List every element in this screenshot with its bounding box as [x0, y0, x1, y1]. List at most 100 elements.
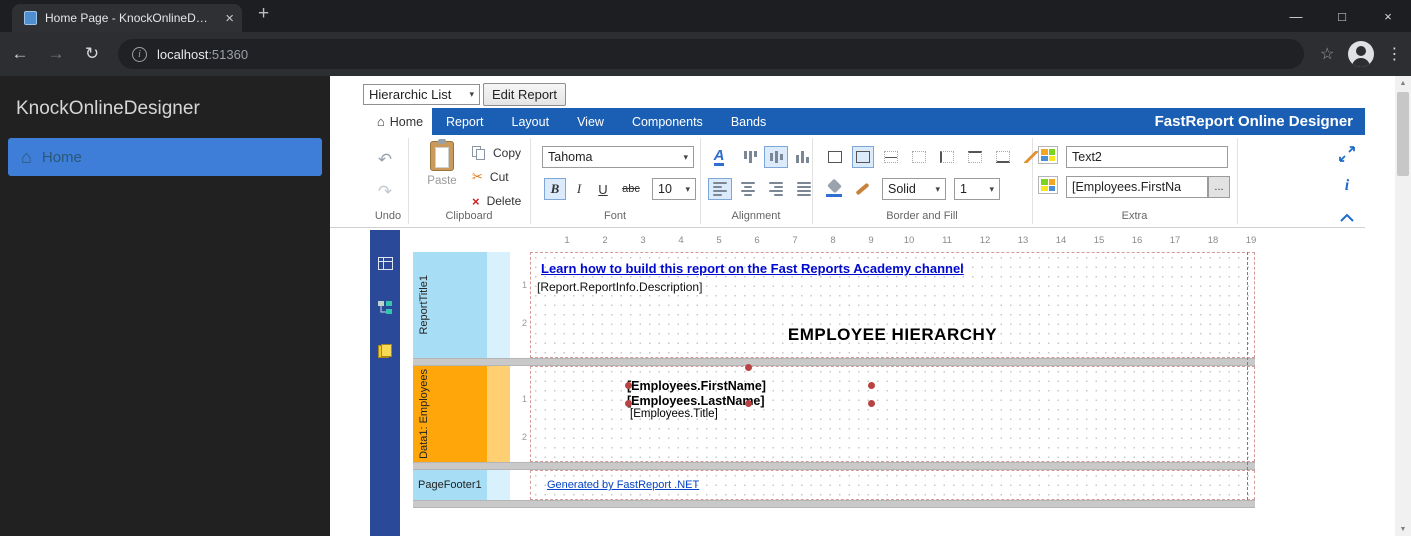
sidebar-item-home[interactable]: ⌂ Home: [8, 138, 322, 176]
report-view-icon[interactable]: [370, 250, 400, 276]
report-description-object[interactable]: [Report.ReportInfo.Description]: [537, 280, 702, 294]
band-data[interactable]: Data1: Employees: [413, 366, 487, 462]
copy-button[interactable]: Copy: [472, 144, 521, 162]
reload-button[interactable]: ↻: [76, 44, 108, 64]
academy-link-object[interactable]: Learn how to build this report on the Fa…: [541, 261, 964, 276]
expression-icon-button[interactable]: [1038, 176, 1058, 194]
ruler-number: 17: [1156, 235, 1194, 250]
band-ruler-tick: 1: [513, 366, 530, 404]
border-none-button[interactable]: [908, 146, 930, 168]
font-size-select[interactable]: 10 ▾: [652, 178, 696, 200]
selection-handle[interactable]: [625, 400, 632, 407]
scroll-up-icon[interactable]: ▲: [1395, 76, 1411, 90]
font-color-button[interactable]: A: [708, 146, 730, 168]
strikethrough-button[interactable]: abc: [616, 178, 646, 200]
border-outer-button[interactable]: [852, 146, 874, 168]
undo-button[interactable]: ↶: [372, 148, 398, 172]
tab-report[interactable]: Report: [432, 115, 498, 129]
selection-handle[interactable]: [868, 400, 875, 407]
border-all-button[interactable]: [824, 146, 846, 168]
info-icon[interactable]: i: [1336, 175, 1358, 197]
designer-menubar: ⌂ Home Report Layout View Components Ban…: [368, 108, 1365, 135]
border-bottom-button[interactable]: [992, 146, 1014, 168]
tab-components[interactable]: Components: [618, 115, 717, 129]
band-page-footer[interactable]: PageFooter1: [413, 470, 487, 500]
ruler-number: 12: [966, 235, 1004, 250]
underline-label: U: [598, 182, 607, 197]
align-justify-button[interactable]: [792, 178, 816, 200]
line-style-select[interactable]: Solid ▾: [882, 178, 946, 200]
valign-top-button[interactable]: [738, 146, 762, 168]
border-top-button[interactable]: [964, 146, 986, 168]
line-width-select[interactable]: 1 ▾: [954, 178, 1000, 200]
band-vertical-ruler: 12: [513, 366, 530, 462]
delete-button[interactable]: × Delete: [472, 192, 521, 210]
site-info-icon[interactable]: i: [132, 47, 147, 62]
new-tab-button[interactable]: +: [258, 3, 269, 25]
style-icon-button[interactable]: [1038, 146, 1058, 164]
bookmark-star-icon[interactable]: ☆: [1320, 44, 1334, 64]
align-right-button[interactable]: [764, 178, 788, 200]
report-title-band-area[interactable]: Learn how to build this report on the Fa…: [530, 252, 1255, 358]
forward-button[interactable]: →: [40, 44, 72, 64]
collapse-ribbon-icon[interactable]: [1336, 207, 1358, 229]
cut-button[interactable]: ✂ Cut: [472, 168, 509, 186]
expression-more-button[interactable]: ...: [1208, 176, 1230, 198]
browser-tab[interactable]: Home Page - KnockOnlineDesign ×: [12, 4, 242, 32]
group-label-alignment: Alignment: [700, 210, 812, 222]
back-button[interactable]: ←: [4, 44, 36, 64]
tab-view[interactable]: View: [563, 115, 618, 129]
align-left-button[interactable]: [708, 178, 732, 200]
valign-bottom-button[interactable]: [790, 146, 814, 168]
fullscreen-icon[interactable]: [1336, 143, 1358, 165]
first-name-object[interactable]: [Employees.FirstName]: [627, 379, 766, 393]
last-name-object[interactable]: [Employees.LastName]: [627, 394, 765, 408]
valign-middle-button[interactable]: [764, 146, 788, 168]
report-tree-icon[interactable]: [370, 294, 400, 320]
scrollbar-thumb[interactable]: [1397, 92, 1409, 176]
data-dictionary-icon[interactable]: [370, 338, 400, 364]
report-select[interactable]: Hierarchic List ▾: [363, 84, 480, 105]
border-inner-button[interactable]: [880, 146, 902, 168]
band-report-title[interactable]: ReportTitle1: [413, 252, 487, 358]
paste-button[interactable]: Paste: [418, 141, 466, 187]
band-separator: [413, 462, 1255, 470]
employee-title-object[interactable]: [Employees.Title]: [630, 408, 718, 420]
window-maximize-button[interactable]: □: [1319, 0, 1365, 32]
scroll-down-icon[interactable]: ▼: [1395, 522, 1411, 536]
report-canvas: 12345678910111213141516171819 ReportTitl…: [400, 230, 1365, 536]
bold-button[interactable]: B: [544, 178, 566, 200]
address-bar[interactable]: i localhost:51360: [118, 39, 1304, 69]
profile-avatar[interactable]: [1348, 41, 1374, 67]
underline-button[interactable]: U: [592, 178, 614, 200]
align-center-button[interactable]: [736, 178, 760, 200]
brush-button[interactable]: [850, 178, 874, 200]
selection-handle[interactable]: [745, 364, 752, 371]
data-band-area[interactable]: [Employees.FirstName] [Employees.LastNam…: [530, 366, 1255, 462]
tab-layout[interactable]: Layout: [498, 115, 564, 129]
edit-report-button[interactable]: Edit Report: [483, 83, 566, 106]
selection-handle[interactable]: [745, 400, 752, 407]
expression-input[interactable]: [1066, 176, 1208, 198]
border-left-button[interactable]: [936, 146, 958, 168]
page-footer-band-area[interactable]: Generated by FastReport .NET: [530, 470, 1255, 500]
window-close-button[interactable]: ×: [1365, 0, 1411, 32]
group-label-border: Border and Fill: [812, 210, 1032, 222]
selection-handle[interactable]: [625, 382, 632, 389]
tab-bands[interactable]: Bands: [717, 115, 780, 129]
object-name-input[interactable]: [1066, 146, 1228, 168]
band-vertical-ruler: 12: [513, 252, 530, 358]
browser-menu-icon[interactable]: ⋮: [1386, 44, 1402, 64]
font-family-select[interactable]: Tahoma ▾: [542, 146, 694, 168]
delete-label: Delete: [487, 194, 522, 208]
italic-button[interactable]: I: [568, 178, 590, 200]
selection-handle[interactable]: [868, 382, 875, 389]
footer-link-object[interactable]: Generated by FastReport .NET: [547, 479, 699, 491]
redo-button[interactable]: ↷: [372, 180, 398, 204]
fill-color-button[interactable]: [822, 178, 846, 200]
window-minimize-button[interactable]: —: [1273, 0, 1319, 32]
italic-label: I: [577, 181, 581, 197]
report-title-object[interactable]: EMPLOYEE HIERARCHY: [531, 325, 1254, 345]
tab-home[interactable]: ⌂ Home: [368, 108, 432, 135]
tab-close-icon[interactable]: ×: [225, 11, 234, 26]
